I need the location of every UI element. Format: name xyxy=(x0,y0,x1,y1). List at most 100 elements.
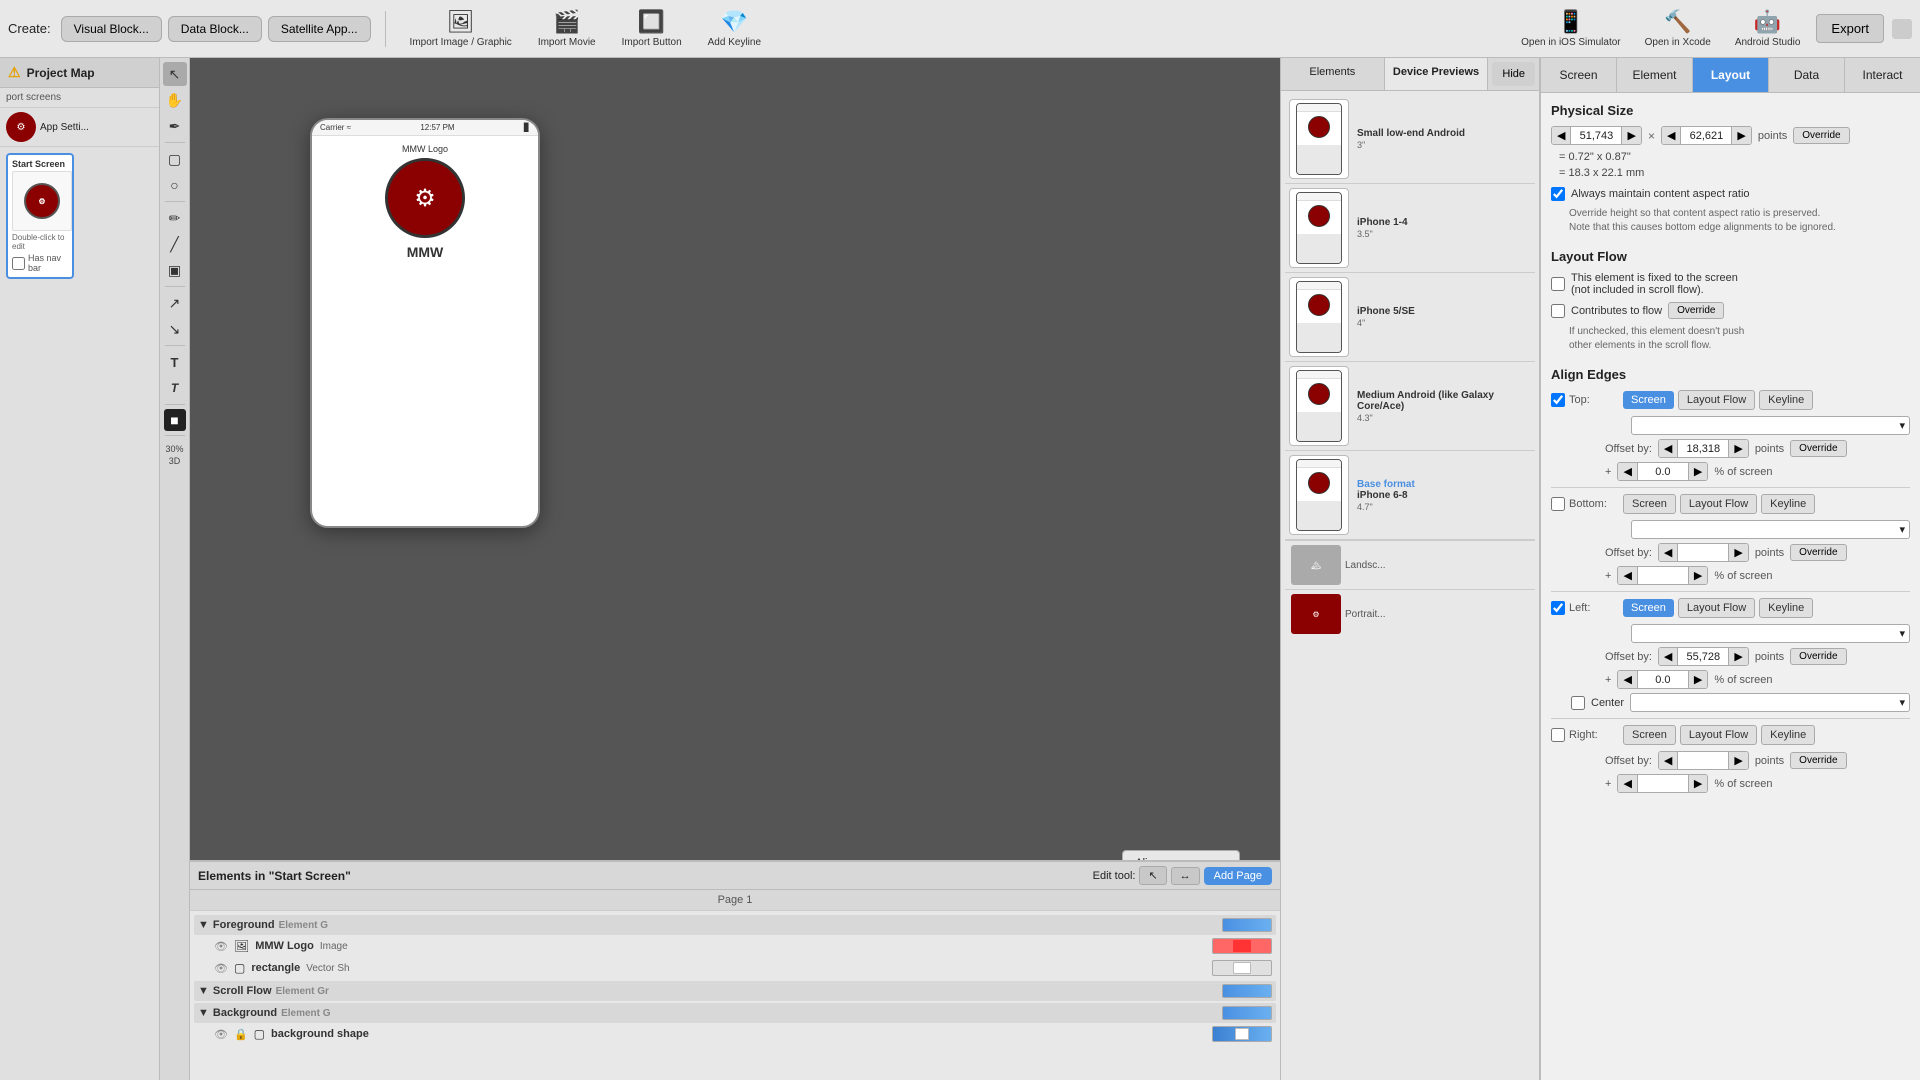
height-increase-btn[interactable]: ▶ xyxy=(1731,127,1750,144)
top-offset-stepper[interactable]: ◀ 18,318 ▶ xyxy=(1658,439,1749,458)
width-decrease-btn[interactable]: ◀ xyxy=(1552,127,1571,144)
right-keyline-btn[interactable]: Keyline xyxy=(1761,725,1815,745)
eye-icon-bg[interactable]: 👁 xyxy=(214,1028,228,1041)
cursor3-tool[interactable]: ↘ xyxy=(163,317,187,341)
dp-item-iphone5se[interactable]: iPhone 5/SE 4" xyxy=(1285,273,1535,362)
hand-tool[interactable]: ✋ xyxy=(163,88,187,112)
phone-frame[interactable]: Carrier ≈ 12:57 PM ▊ MMW Logo ⚙ MMW xyxy=(310,118,540,528)
bottom-layout-flow-btn[interactable]: Layout Flow xyxy=(1680,494,1757,514)
top-pct-decrease-btn[interactable]: ◀ xyxy=(1618,463,1637,480)
left-align-checkbox[interactable] xyxy=(1551,601,1565,615)
tab-interact[interactable]: Interact xyxy=(1845,58,1920,92)
dp-item-iphone68[interactable]: Base format iPhone 6-8 4.7" xyxy=(1285,451,1535,540)
right-align-checkbox[interactable] xyxy=(1551,728,1565,742)
lock-icon-bg[interactable]: 🔒 xyxy=(234,1028,248,1041)
right-pct-decrease-btn[interactable]: ◀ xyxy=(1618,775,1637,792)
left-offset-override-btn[interactable]: Override xyxy=(1790,648,1846,665)
top-offset-override-btn[interactable]: Override xyxy=(1790,440,1846,457)
tree-item-rectangle[interactable]: 👁 ▢ rectangle Vector Sh xyxy=(194,957,1276,979)
pencil-tool[interactable]: ✏ xyxy=(163,206,187,230)
satellite-app-btn[interactable]: Satellite App... xyxy=(268,16,371,42)
bottom-align-checkbox[interactable] xyxy=(1551,497,1565,511)
width-stepper[interactable]: ◀ 51,743 ▶ xyxy=(1551,126,1642,145)
eye-icon-rect[interactable]: 👁 xyxy=(214,962,228,975)
right-offset-stepper[interactable]: ◀ ▶ xyxy=(1658,751,1749,770)
left-screen-btn[interactable]: Screen xyxy=(1623,599,1674,617)
foreground-header[interactable]: ▼ Foreground Element G xyxy=(194,915,1276,935)
top-offset-increase-btn[interactable]: ▶ xyxy=(1728,440,1747,457)
top-offset-decrease-btn[interactable]: ◀ xyxy=(1659,440,1678,457)
right-offset-decrease-btn[interactable]: ◀ xyxy=(1659,752,1678,769)
export-btn[interactable]: Export xyxy=(1816,14,1884,43)
android-studio-btn[interactable]: 🤖 Android Studio xyxy=(1727,7,1809,50)
tab-device-previews[interactable]: Device Previews xyxy=(1385,58,1489,90)
top-dropdown[interactable]: ▾ xyxy=(1631,416,1910,435)
text2-tool[interactable]: T xyxy=(163,376,187,400)
contributes-checkbox[interactable] xyxy=(1551,304,1565,318)
canvas-wrapper[interactable]: Carrier ≈ 12:57 PM ▊ MMW Logo ⚙ MMW Alig… xyxy=(190,58,1280,1080)
cursor2-tool[interactable]: ↗ xyxy=(163,291,187,315)
center-checkbox[interactable] xyxy=(1571,696,1585,710)
top-keyline-btn[interactable]: Keyline xyxy=(1759,390,1813,410)
left-dropdown[interactable]: ▾ xyxy=(1631,624,1910,643)
bottom-offset-increase-btn[interactable]: ▶ xyxy=(1728,544,1747,561)
tab-elements[interactable]: Elements xyxy=(1281,58,1385,90)
contributes-override-btn[interactable]: Override xyxy=(1668,302,1724,319)
left-offset-increase-btn[interactable]: ▶ xyxy=(1728,648,1747,665)
top-align-checkbox[interactable] xyxy=(1551,393,1565,407)
left-pct-stepper[interactable]: ◀ 0.0 ▶ xyxy=(1617,670,1708,689)
dp-item-small-android[interactable]: Small low-end Android 3" xyxy=(1285,95,1535,184)
scrollflow-header[interactable]: ▼ Scroll Flow Element Gr xyxy=(194,981,1276,1001)
import-movie-btn[interactable]: 🎬 Import Movie xyxy=(528,7,606,50)
height-decrease-btn[interactable]: ◀ xyxy=(1662,127,1681,144)
data-block-btn[interactable]: Data Block... xyxy=(168,16,262,42)
app-settings-row[interactable]: ⚙ App Setti... xyxy=(0,108,159,147)
start-screen-card[interactable]: Start Screen ⚙ Double-click to edit Has … xyxy=(6,153,74,279)
bottom-offset-decrease-btn[interactable]: ◀ xyxy=(1659,544,1678,561)
text-tool[interactable]: T xyxy=(163,350,187,374)
pen-tool[interactable]: ✒ xyxy=(163,114,187,138)
dp-item-iphone14[interactable]: iPhone 1-4 3.5" xyxy=(1285,184,1535,273)
bottom-screen-btn[interactable]: Screen xyxy=(1623,494,1676,514)
top-screen-btn[interactable]: Screen xyxy=(1623,391,1674,409)
left-layout-flow-btn[interactable]: Layout Flow xyxy=(1678,598,1755,618)
fixed-screen-checkbox[interactable] xyxy=(1551,277,1565,291)
window-controls[interactable] xyxy=(1892,19,1912,39)
tab-element[interactable]: Element xyxy=(1617,58,1693,92)
top-pct-stepper[interactable]: ◀ 0.0 ▶ xyxy=(1617,462,1708,481)
open-ios-simulator-btn[interactable]: 📱 Open in iOS Simulator xyxy=(1513,7,1629,50)
right-offset-increase-btn[interactable]: ▶ xyxy=(1728,752,1747,769)
ellipse-tool[interactable]: ○ xyxy=(163,173,187,197)
edit-tool-cursor-btn[interactable]: ↖ xyxy=(1139,866,1166,885)
rect2-tool[interactable]: ▣ xyxy=(163,258,187,282)
bottom-offset-override-btn[interactable]: Override xyxy=(1790,544,1846,561)
line-tool[interactable]: ╱ xyxy=(163,232,187,256)
bottom-offset-stepper[interactable]: ◀ ▶ xyxy=(1658,543,1749,562)
center-dropdown[interactable]: ▾ xyxy=(1630,693,1910,712)
color-box-tool[interactable]: ■ xyxy=(164,409,186,431)
left-offset-stepper[interactable]: ◀ 55,728 ▶ xyxy=(1658,647,1749,666)
hide-btn[interactable]: Hide xyxy=(1492,62,1535,86)
has-nav-bar-checkbox[interactable] xyxy=(12,257,25,270)
add-keyline-btn[interactable]: 💎 Add Keyline xyxy=(698,7,771,50)
import-graphic-btn[interactable]: 🖼 Import Image / Graphic xyxy=(400,7,522,50)
left-keyline-btn[interactable]: Keyline xyxy=(1759,598,1813,618)
tab-layout[interactable]: Layout xyxy=(1693,58,1769,92)
right-screen-btn[interactable]: Screen xyxy=(1623,725,1676,745)
left-pct-increase-btn[interactable]: ▶ xyxy=(1688,671,1707,688)
left-pct-decrease-btn[interactable]: ◀ xyxy=(1618,671,1637,688)
right-pct-stepper[interactable]: ◀ ▶ xyxy=(1617,774,1708,793)
add-page-btn[interactable]: Add Page xyxy=(1204,867,1272,885)
aspect-ratio-checkbox[interactable] xyxy=(1551,187,1565,201)
edit-tool-move-btn[interactable]: ↔ xyxy=(1171,867,1200,885)
size-override-btn[interactable]: Override xyxy=(1793,127,1849,144)
bottom-pct-increase-btn[interactable]: ▶ xyxy=(1688,567,1707,584)
tab-screen[interactable]: Screen xyxy=(1541,58,1617,92)
left-offset-decrease-btn[interactable]: ◀ xyxy=(1659,648,1678,665)
cursor-tool[interactable]: ↖ xyxy=(163,62,187,86)
right-offset-override-btn[interactable]: Override xyxy=(1790,752,1846,769)
dp-item-medium-android[interactable]: Medium Android (like Galaxy Core/Ace) 4.… xyxy=(1285,362,1535,451)
open-xcode-btn[interactable]: 🔨 Open in Xcode xyxy=(1637,7,1719,50)
tab-data[interactable]: Data xyxy=(1769,58,1845,92)
tree-item-bg-shape[interactable]: 👁 🔒 ▢ background shape xyxy=(194,1023,1276,1045)
